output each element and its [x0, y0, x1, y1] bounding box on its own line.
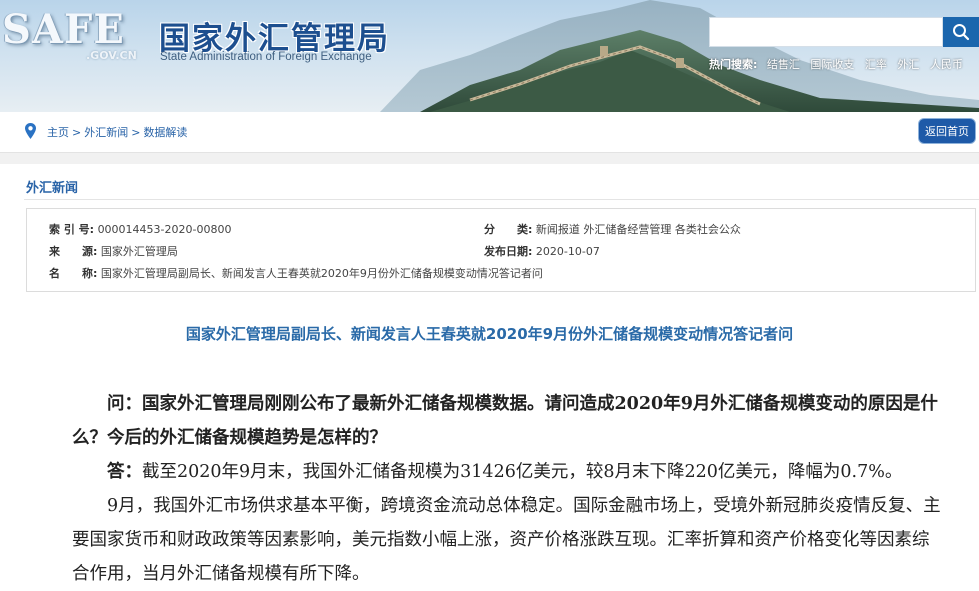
- hot-search-label: 热门搜索:: [709, 58, 758, 71]
- paragraph-text: 9月，我国外汇市场供求基本平衡，跨境资金流动总体稳定。国际金融市场上，受境外新冠…: [72, 496, 941, 584]
- meta-name: 名 称: 国家外汇管理局副局长、新闻发言人王春英就2020年9月份外汇储备规模变…: [49, 265, 543, 281]
- meta-category-value: 新闻报道 外汇储备经营管理 各类社会公众: [535, 223, 741, 236]
- article-question: 问：国家外汇管理局刚刚公布了最新外汇储备规模数据。请问造成2020年9月外汇储备…: [72, 387, 938, 455]
- meta-date-label: 发布日期:: [484, 245, 533, 258]
- hot-search-link[interactable]: 汇率: [865, 58, 887, 71]
- hot-search-link[interactable]: 结售汇: [767, 58, 800, 71]
- breadcrumb-home[interactable]: 主页: [47, 126, 69, 139]
- hot-search-link[interactable]: 外汇: [897, 58, 919, 71]
- breadcrumb-news[interactable]: 外汇新闻: [84, 126, 128, 139]
- back-to-home-button[interactable]: 返回首页: [918, 118, 976, 144]
- breadcrumb: 主页 > 外汇新闻 > 数据解读: [47, 124, 187, 140]
- logo-domain: .GOV.CN: [86, 49, 137, 62]
- answer-text: 截至2020年9月末，我国外汇储备规模为31426亿美元，较8月末下降220亿美…: [142, 462, 903, 482]
- answer-label: 答：: [107, 462, 142, 482]
- meta-date-value: 2020-10-07: [535, 245, 600, 258]
- search-button[interactable]: [943, 17, 979, 47]
- section-title: 外汇新闻: [26, 181, 79, 196]
- meta-source-label: 来 源:: [49, 245, 98, 258]
- meta-name-value: 国家外汇管理局副局长、新闻发言人王春英就2020年9月份外汇储备规模变动情况答记…: [100, 267, 543, 280]
- breadcrumb-bar: 主页 > 外汇新闻 > 数据解读: [0, 112, 979, 164]
- hot-search-link[interactable]: 人民币: [930, 58, 963, 71]
- question-text: 问：国家外汇管理局刚刚公布了最新外汇储备规模数据。请问造成2020年9月外汇储备…: [72, 394, 938, 448]
- meta-date: 发布日期: 2020-10-07: [484, 243, 600, 259]
- search-icon: [953, 24, 970, 41]
- article-title: 国家外汇管理局副局长、新闻发言人王春英就2020年9月份外汇储备规模变动情况答记…: [185, 325, 794, 343]
- meta-index: 索 引 号: 000014453-2020-00800: [49, 221, 231, 237]
- meta-source-value: 国家外汇管理局: [100, 245, 178, 258]
- hot-search-bar: 热门搜索: 结售汇 国际收支 汇率 外汇 人民币: [709, 56, 970, 72]
- article-paragraph: 9月，我国外汇市场供求基本平衡，跨境资金流动总体稳定。国际金融市场上，受境外新冠…: [72, 489, 942, 591]
- location-pin-icon: [25, 123, 36, 139]
- breadcrumb-separator: >: [131, 126, 141, 139]
- meta-index-value: 000014453-2020-00800: [97, 223, 232, 236]
- meta-name-label: 名 称:: [49, 267, 98, 280]
- hot-search-link[interactable]: 国际收支: [810, 58, 854, 71]
- meta-index-label: 索 引 号:: [49, 223, 95, 236]
- section-divider: [24, 199, 979, 200]
- meta-category: 分 类: 新闻报道 外汇储备经营管理 各类社会公众: [484, 221, 741, 237]
- breadcrumb-separator: >: [72, 126, 82, 139]
- meta-source: 来 源: 国家外汇管理局: [49, 243, 178, 259]
- site-header: SAFE .GOV.CN 国家外汇管理局 State Administratio…: [0, 0, 979, 112]
- document-metadata: 索 引 号: 000014453-2020-00800 分 类: 新闻报道 外汇…: [26, 208, 976, 292]
- article-answer: 答：截至2020年9月末，我国外汇储备规模为31426亿美元，较8月末下降220…: [72, 455, 942, 489]
- search-input[interactable]: [709, 17, 943, 47]
- meta-category-label: 分 类:: [484, 223, 533, 236]
- breadcrumb-data-interpretation[interactable]: 数据解读: [143, 126, 187, 139]
- site-subtitle: State Administration of Foreign Exchange: [160, 51, 372, 63]
- safe-logo[interactable]: SAFE: [2, 6, 125, 53]
